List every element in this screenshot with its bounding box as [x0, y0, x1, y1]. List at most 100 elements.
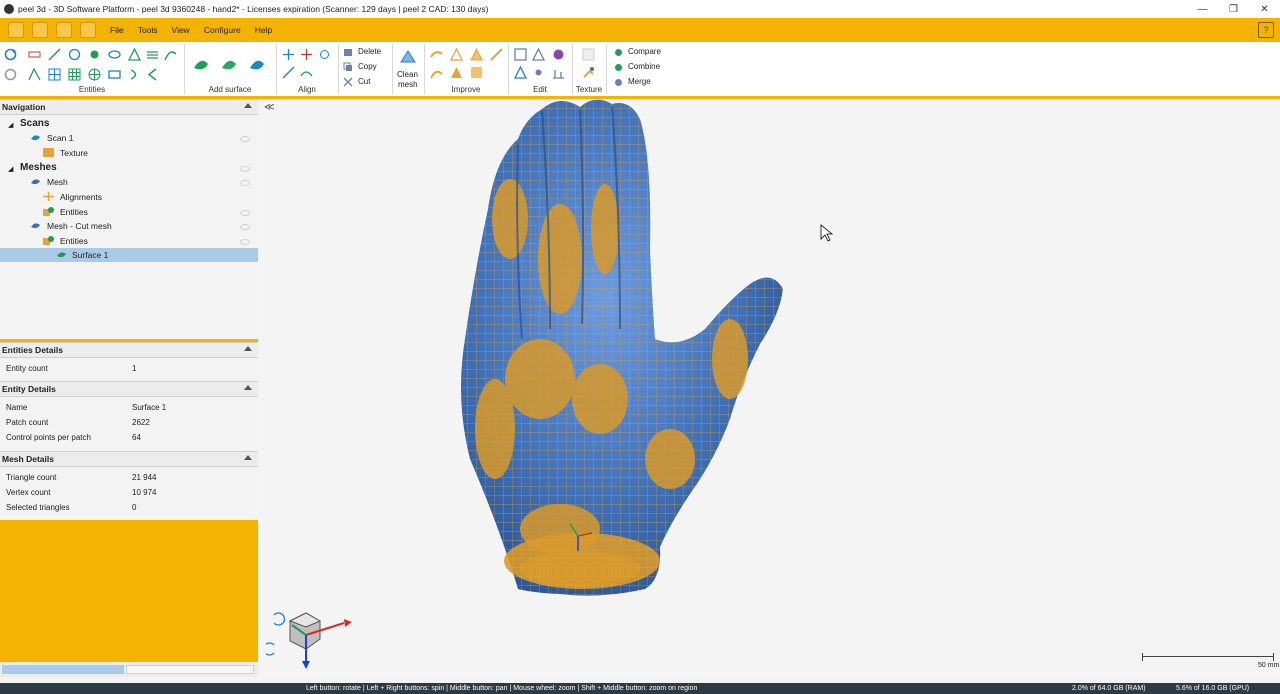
fix-mesh-icon[interactable] — [450, 66, 463, 79]
decimate-icon[interactable] — [450, 48, 463, 61]
save-icon[interactable] — [32, 22, 48, 38]
tree-item-mesh-cut[interactable]: Mesh - Cut mesh — [0, 219, 258, 233]
combine-button[interactable]: Combine — [628, 62, 660, 71]
refine-icon[interactable] — [470, 48, 483, 61]
ruler-icon[interactable] — [28, 48, 41, 61]
close-button[interactable]: ✕ — [1249, 0, 1280, 18]
smooth-icon[interactable] — [430, 48, 443, 61]
invert-select-icon[interactable] — [532, 66, 545, 79]
visibility-icon[interactable] — [240, 180, 250, 186]
mesh-details-header[interactable]: Mesh Details — [0, 451, 258, 467]
tree-group-meshes[interactable]: ◢ Meshes — [0, 161, 258, 175]
3d-viewport[interactable]: ≪ 50 mm — [260, 99, 1280, 677]
menu-configure[interactable]: Configure — [204, 25, 241, 35]
entities-details-collapse-icon[interactable] — [244, 346, 252, 351]
surface-fit-icon[interactable] — [220, 56, 238, 74]
menu-help[interactable]: Help — [255, 25, 272, 35]
point-icon[interactable] — [88, 48, 101, 61]
entities-details-header[interactable]: Entities Details — [0, 342, 258, 358]
menu-file[interactable]: File — [110, 25, 124, 35]
maximize-button[interactable]: ❐ — [1218, 0, 1249, 18]
tree-item-alignments[interactable]: Alignments — [0, 190, 258, 204]
open-file-icon[interactable] — [56, 22, 72, 38]
window-title: peel 3d - 3D Software Platform - peel 3d… — [18, 4, 489, 14]
visibility-icon[interactable] — [240, 166, 250, 172]
tree-group-scans[interactable]: ◢ Scans — [0, 117, 258, 131]
visibility-icon[interactable] — [240, 224, 250, 230]
grid-icon[interactable] — [48, 68, 61, 81]
menu-tools[interactable]: Tools — [138, 25, 158, 35]
panel-tab-active[interactable] — [2, 665, 124, 674]
mesh-details-collapse-icon[interactable] — [244, 455, 252, 460]
ram-usage: 2.0% of 64.0 GB (RAM) — [1072, 685, 1146, 692]
arc-icon[interactable] — [128, 68, 141, 81]
tree-item-entities-2[interactable]: Entities — [0, 234, 258, 248]
visibility-icon[interactable] — [240, 136, 250, 142]
entity-details-collapse-icon[interactable] — [244, 385, 252, 390]
tree-item-scan1[interactable]: Scan 1 — [0, 131, 258, 145]
remesh-icon[interactable] — [470, 66, 483, 79]
texture-disabled-icon[interactable] — [582, 48, 595, 61]
deselect-icon[interactable] — [514, 66, 527, 79]
merge-button[interactable]: Merge — [628, 77, 651, 86]
navigation-header[interactable]: Navigation — [0, 99, 258, 115]
sphere-icon[interactable] — [88, 68, 101, 81]
context-help-icon[interactable]: ? — [1258, 22, 1274, 38]
delete-button[interactable]: Delete — [358, 47, 381, 56]
new-file-icon[interactable] — [8, 22, 24, 38]
align-manual-icon[interactable] — [282, 66, 295, 79]
circle-icon[interactable] — [68, 48, 81, 61]
line-icon[interactable] — [48, 48, 61, 61]
plane-stack-icon[interactable] — [146, 48, 159, 61]
sharpen-icon[interactable] — [490, 48, 503, 61]
compare-button[interactable]: Compare — [628, 47, 661, 56]
surface-auto-icon[interactable] — [248, 56, 266, 74]
triangle-select-icon[interactable] — [532, 48, 545, 61]
edit-actions-group: Delete Copy Cut — [338, 44, 393, 94]
fill-holes-icon[interactable] — [430, 66, 443, 79]
mesh-grid-icon[interactable] — [68, 68, 81, 81]
surface-patch-icon[interactable] — [192, 56, 210, 74]
texture-icon — [43, 148, 54, 157]
ellipse-icon[interactable] — [108, 48, 121, 61]
tree-item-texture[interactable]: Texture — [0, 146, 258, 160]
select-icon[interactable] — [514, 48, 527, 61]
cut-button[interactable]: Cut — [358, 77, 370, 86]
align-points-icon[interactable] — [282, 48, 295, 61]
tree-item-entities-1[interactable]: Entities — [0, 205, 258, 219]
tree-item-surface1[interactable]: Surface 1 — [0, 248, 258, 262]
align-auto-icon[interactable] — [300, 48, 313, 61]
panel-tab-inactive[interactable] — [126, 665, 254, 674]
expand-icon[interactable]: ◢ — [8, 121, 13, 129]
copy-button[interactable]: Copy — [358, 62, 377, 71]
chevron-left-icon[interactable] — [146, 68, 159, 81]
refresh-icon[interactable] — [4, 48, 17, 61]
texture-group: Texture — [572, 44, 607, 94]
recent-file-icon[interactable] — [80, 22, 96, 38]
entity-details-header[interactable]: Entity Details — [0, 381, 258, 397]
gpu-usage: 5.6% of 16.0 GB (GPU) — [1176, 685, 1250, 692]
undo-icon[interactable] — [4, 68, 17, 81]
sketch-icon[interactable] — [28, 68, 41, 81]
rectangle-icon[interactable] — [108, 68, 121, 81]
hand-model[interactable] — [260, 99, 1280, 677]
navigation-collapse-icon[interactable] — [244, 103, 252, 108]
visibility-icon[interactable] — [240, 210, 250, 216]
visibility-icon[interactable] — [240, 239, 250, 245]
align-tool-icon[interactable] — [552, 66, 565, 79]
curve-icon[interactable] — [164, 48, 177, 61]
align-surface-icon[interactable] — [300, 66, 313, 79]
cone-icon[interactable] — [128, 48, 141, 61]
entity-details-panel: Name Surface 1 Patch count 2622 Control … — [0, 397, 258, 451]
lasso-icon[interactable] — [552, 48, 565, 61]
minimize-button[interactable]: — — [1187, 0, 1218, 18]
tree-item-mesh[interactable]: Mesh — [0, 175, 258, 189]
expand-icon[interactable]: ◢ — [8, 165, 13, 173]
rotate-ccw-icon[interactable] — [266, 642, 275, 656]
menu-view[interactable]: View — [172, 25, 190, 35]
texture-paint-icon[interactable] — [582, 66, 595, 79]
rotate-cw-icon[interactable] — [273, 612, 286, 626]
align-best-fit-icon[interactable] — [318, 48, 331, 61]
clean-mesh-group[interactable]: Clean mesh — [392, 44, 425, 94]
orientation-cube[interactable] — [266, 605, 356, 675]
